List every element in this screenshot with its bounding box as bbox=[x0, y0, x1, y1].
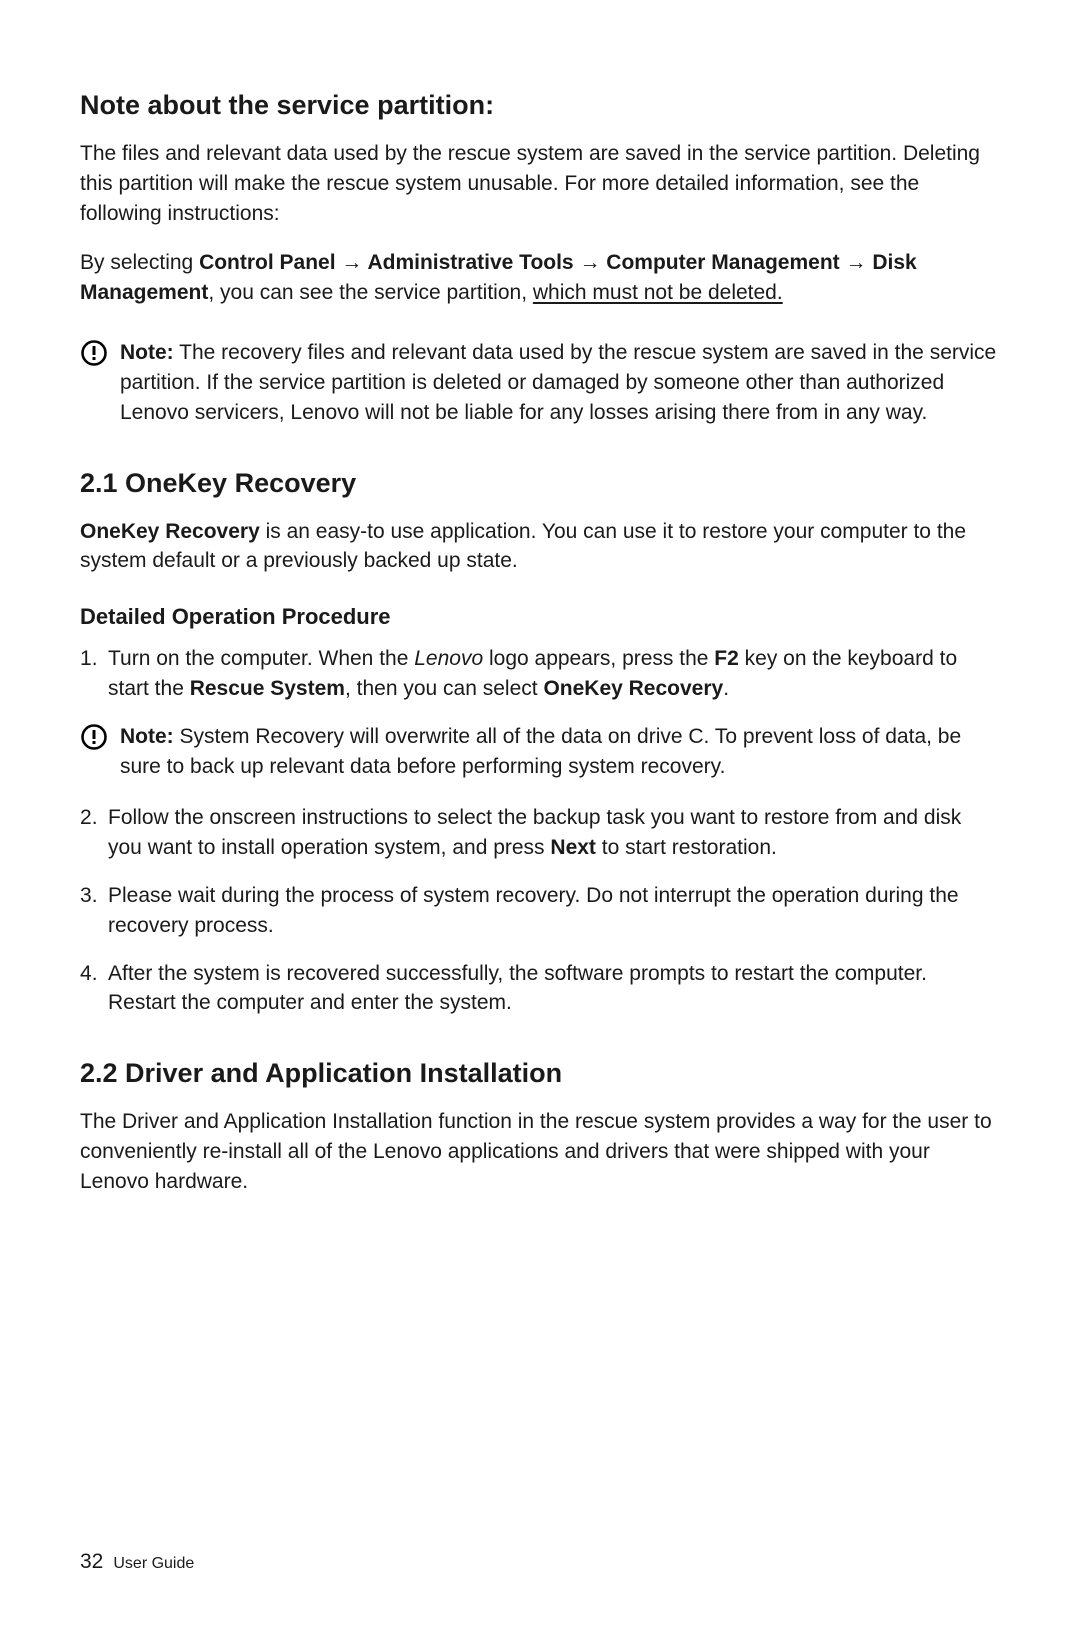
procedure-list-cont: Follow the onscreen instructions to sele… bbox=[80, 803, 1000, 1018]
note-body: The recovery files and relevant data use… bbox=[120, 341, 996, 424]
nav-control-panel: Control Panel bbox=[199, 251, 336, 274]
heading-onekey-recovery: 2.1 OneKey Recovery bbox=[80, 468, 1000, 499]
page-number: 32 bbox=[80, 1550, 103, 1573]
nav-admin-tools: Administrative Tools bbox=[367, 251, 573, 274]
text-underlined-warning: which must not be deleted. bbox=[533, 281, 783, 304]
note-block-liability: Note: The recovery files and relevant da… bbox=[80, 338, 1000, 427]
text: logo appears, press the bbox=[483, 647, 714, 670]
note-body: System Recovery will overwrite all of th… bbox=[120, 725, 961, 778]
attention-icon bbox=[80, 339, 108, 367]
text: By selecting bbox=[80, 251, 199, 274]
text-bold-rescue: Rescue System bbox=[190, 677, 345, 700]
heading-procedure: Detailed Operation Procedure bbox=[80, 604, 1000, 630]
para-navigation-path: By selecting Control Panel → Administrat… bbox=[80, 248, 1000, 308]
footer-label: User Guide bbox=[113, 1555, 194, 1572]
attention-icon bbox=[80, 723, 108, 751]
note-label: Note: bbox=[120, 341, 174, 364]
text: , then you can select bbox=[345, 677, 543, 700]
nav-computer-mgmt: Computer Management bbox=[606, 251, 839, 274]
text-bold-f2: F2 bbox=[714, 647, 739, 670]
text: . bbox=[723, 677, 729, 700]
note-text: Note: The recovery files and relevant da… bbox=[120, 338, 1000, 427]
note-text: Note: System Recovery will overwrite all… bbox=[120, 722, 1000, 782]
text: to start restoration. bbox=[596, 836, 777, 859]
list-item: Please wait during the process of system… bbox=[80, 881, 1000, 941]
procedure-list: Turn on the computer. When the Lenovo lo… bbox=[80, 644, 1000, 704]
text-bold-onekey: OneKey Recovery bbox=[80, 520, 260, 543]
note-label: Note: bbox=[120, 725, 174, 748]
list-item: Turn on the computer. When the Lenovo lo… bbox=[80, 644, 1000, 704]
arrow-icon: → bbox=[840, 251, 873, 274]
list-item: After the system is recovered successful… bbox=[80, 959, 1000, 1019]
text: Turn on the computer. When the bbox=[108, 647, 414, 670]
note-block-overwrite: Note: System Recovery will overwrite all… bbox=[80, 722, 1000, 782]
text-bold-next: Next bbox=[550, 836, 596, 859]
text-italic-lenovo: Lenovo bbox=[414, 647, 483, 670]
arrow-icon: → bbox=[574, 251, 607, 274]
page-footer: 32 User Guide bbox=[80, 1550, 194, 1574]
list-item: Follow the onscreen instructions to sele… bbox=[80, 803, 1000, 863]
text: Follow the onscreen instructions to sele… bbox=[108, 806, 961, 859]
page-content: Note about the service partition: The fi… bbox=[80, 90, 1000, 1217]
para-onekey-intro: OneKey Recovery is an easy-to use applic… bbox=[80, 517, 1000, 577]
text: , you can see the service partition, bbox=[208, 281, 533, 304]
heading-service-partition: Note about the service partition: bbox=[80, 90, 1000, 121]
para-service-partition: The files and relevant data used by the … bbox=[80, 139, 1000, 228]
heading-driver-install: 2.2 Driver and Application Installation bbox=[80, 1058, 1000, 1089]
para-driver-install: The Driver and Application Installation … bbox=[80, 1107, 1000, 1196]
arrow-icon: → bbox=[336, 251, 368, 274]
text-bold-okr: OneKey Recovery bbox=[543, 677, 723, 700]
